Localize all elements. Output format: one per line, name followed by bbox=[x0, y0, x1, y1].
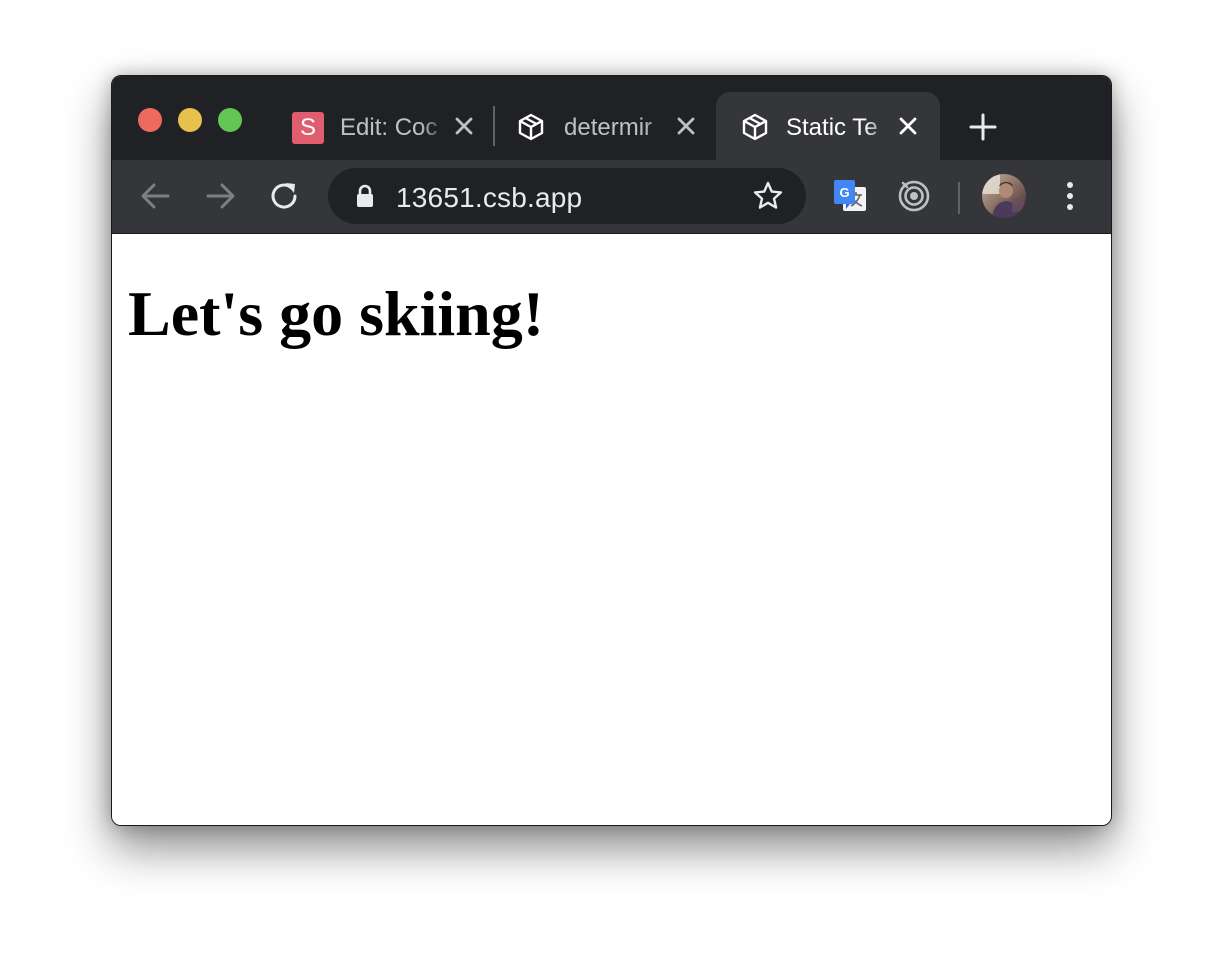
arrow-left-icon[interactable] bbox=[138, 178, 174, 214]
window-close-button[interactable] bbox=[138, 108, 162, 132]
toolbar-divider bbox=[958, 182, 960, 214]
address-text[interactable]: 13651.csb.app bbox=[396, 182, 582, 214]
screenshot-stage: S Edit: Coc determir Static Te 13651.csb… bbox=[0, 0, 1224, 974]
page-heading: Let's go skiing! bbox=[128, 278, 545, 349]
reload-icon[interactable] bbox=[266, 178, 302, 214]
browser-toolbar: 13651.csb.app G bbox=[112, 160, 1111, 234]
s-letter-icon: S bbox=[292, 112, 324, 144]
google-translate-icon[interactable]: G bbox=[832, 178, 868, 214]
target-extension-icon[interactable] bbox=[896, 178, 932, 214]
codesandbox-cube-icon bbox=[518, 113, 544, 141]
star-outline-icon[interactable] bbox=[752, 180, 784, 212]
plus-icon[interactable] bbox=[968, 112, 998, 142]
close-icon[interactable] bbox=[896, 114, 920, 138]
vertical-dots-icon[interactable] bbox=[1052, 178, 1088, 214]
tab-edit[interactable]: S Edit: Coc bbox=[272, 92, 492, 160]
close-icon[interactable] bbox=[452, 114, 476, 138]
tab-static-te-active[interactable]: Static Te bbox=[716, 92, 940, 160]
window-minimize-button[interactable] bbox=[178, 108, 202, 132]
profile-photo-icon bbox=[982, 174, 1026, 218]
codesandbox-cube-icon bbox=[742, 113, 768, 141]
close-icon[interactable] bbox=[674, 114, 698, 138]
avatar[interactable] bbox=[982, 174, 1026, 218]
lock-icon[interactable] bbox=[354, 184, 376, 208]
window-maximize-button[interactable] bbox=[218, 108, 242, 132]
tab-strip: S Edit: Coc determir Static Te bbox=[112, 76, 1111, 160]
browser-window: S Edit: Coc determir Static Te 13651.csb… bbox=[111, 75, 1112, 826]
arrow-right-icon[interactable] bbox=[202, 178, 238, 214]
svg-text:G: G bbox=[839, 185, 849, 200]
tab-determir[interactable]: determir bbox=[494, 92, 716, 160]
page-viewport: Let's go skiing! bbox=[112, 234, 1111, 825]
address-bar[interactable]: 13651.csb.app bbox=[328, 168, 806, 224]
